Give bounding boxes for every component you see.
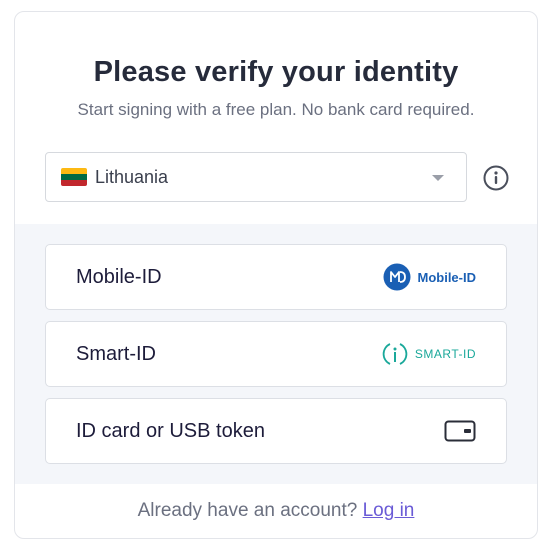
lithuania-flag-icon [61, 168, 87, 186]
smart-id-logo-text: SMART-ID [414, 347, 476, 361]
info-circle-icon[interactable] [483, 165, 509, 191]
verify-identity-card: Please verify your identity Start signin… [14, 11, 538, 539]
id-card-label: ID card or USB token [76, 419, 265, 442]
mobile-id-logo-text: Mobile-ID [417, 269, 477, 285]
smart-id-logo: SMART-ID [381, 322, 476, 386]
mobile-id-logo: Mobile-ID [383, 245, 477, 309]
mobile-id-label: Mobile-ID [76, 265, 162, 288]
login-link[interactable]: Log in [363, 500, 415, 521]
login-prompt: Already have an account? Log in [15, 500, 537, 522]
country-select-value: Lithuania [95, 166, 169, 187]
page-subtitle: Start signing with a free plan. No bank … [77, 100, 475, 119]
smart-id-icon [382, 343, 408, 365]
login-prompt-text: Already have an account? [137, 500, 358, 521]
mobile-id-option[interactable]: Mobile-ID Mobile-ID [45, 244, 507, 310]
smart-id-label: Smart-ID [76, 342, 156, 365]
page-title: Please verify your identity [93, 56, 459, 88]
smart-id-option[interactable]: Smart-ID SMART-ID [45, 321, 507, 387]
chevron-down-icon [432, 175, 444, 181]
signing-methods-area: Mobile-ID Mobile-ID Smart-ID SMART-ID ID… [15, 224, 537, 484]
country-select[interactable]: Lithuania [45, 152, 467, 202]
card-reader-icon [444, 399, 476, 463]
id-card-option[interactable]: ID card or USB token [45, 398, 507, 464]
mobile-id-icon [383, 263, 410, 291]
